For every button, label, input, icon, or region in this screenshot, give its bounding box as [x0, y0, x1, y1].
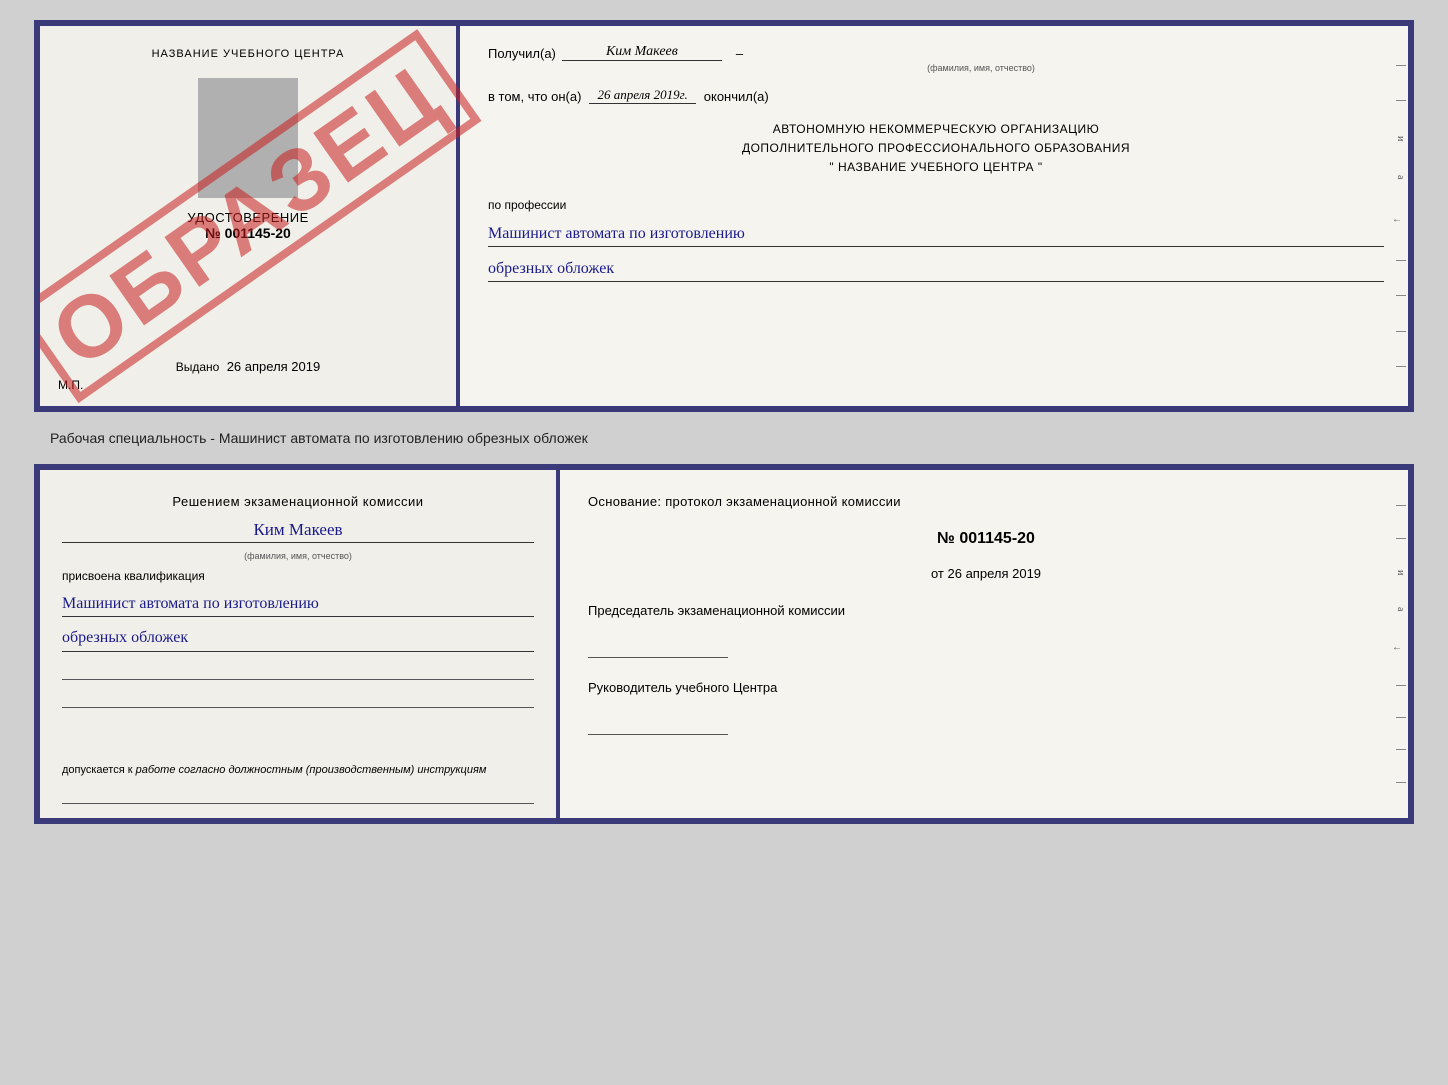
b-side-tick-2	[1396, 538, 1406, 539]
school-name-top: НАЗВАНИЕ УЧЕБНОГО ЦЕНТРА	[152, 48, 345, 60]
dash1: –	[736, 46, 743, 61]
protocol-number: № 001145-20	[588, 530, 1384, 548]
okonchil-label: окончил(а)	[704, 89, 769, 104]
side-tick-2	[1396, 100, 1406, 101]
po-professii-label: по профессии	[488, 198, 1384, 212]
side-tick-1	[1396, 65, 1406, 66]
side-decorations: и а ←	[1390, 26, 1408, 406]
poluchil-row: Получил(а) Ким Макеев –	[488, 44, 1384, 61]
udost-number: № 001145-20	[205, 225, 291, 241]
bottom-name: Ким Макеев	[62, 520, 534, 543]
fio-subtext-top: (фамилия, имя, отчество)	[578, 63, 1384, 73]
rukovoditel-label: Руководитель учебного Центра	[588, 680, 1384, 695]
komissia-header: Решением экзаменационной комиссии	[62, 492, 534, 512]
mp-line: М.П.	[58, 378, 83, 392]
vtom-label: в том, что он(а)	[488, 89, 581, 104]
b-side-tick-3	[1396, 685, 1406, 686]
kvalif-line1: Машинист автомата по изготовлению	[62, 591, 534, 618]
org-line1: АВТОНОМНУЮ НЕКОММЕРЧЕСКУЮ ОРГАНИЗАЦИЮ	[488, 120, 1384, 139]
bottom-doc-right: Основание: протокол экзаменационной коми…	[560, 470, 1408, 818]
b-side-tick-6	[1396, 782, 1406, 783]
chairman-label: Председатель экзаменационной комиссии	[588, 603, 1384, 618]
vydano-date: 26 апреля 2019	[227, 359, 321, 374]
blank-line-1	[62, 660, 534, 680]
top-doc-right: Получил(а) Ким Макеев – (фамилия, имя, о…	[460, 26, 1408, 406]
org-line2: ДОПОЛНИТЕЛЬНОГО ПРОФЕССИОНАЛЬНОГО ОБРАЗО…	[488, 139, 1384, 158]
photo-placeholder	[198, 78, 298, 198]
side-tick-4	[1396, 295, 1406, 296]
recipient-name: Ким Макеев	[562, 44, 722, 61]
kvalif-line2: обрезных обложек	[62, 625, 534, 652]
blank-line-2	[62, 688, 534, 708]
blank-line-3	[62, 784, 534, 804]
bottom-doc-left: Решением экзаменационной комиссии Ким Ма…	[40, 470, 560, 818]
profession-line2: обрезных обложек	[488, 257, 1384, 282]
side-tick-5	[1396, 331, 1406, 332]
dopusk-cursive: работе согласно должностным (производств…	[136, 764, 487, 776]
udost-label: УДОСТОВЕРЕНИЕ	[187, 210, 309, 225]
profession-line1: Машинист автомата по изготовлению	[488, 222, 1384, 247]
org-line3: " НАЗВАНИЕ УЧЕБНОГО ЦЕНТРА "	[488, 158, 1384, 177]
protocol-date-value: 26 апреля 2019	[948, 566, 1042, 581]
vtom-date: 26 апреля 2019г.	[589, 87, 695, 104]
vydano-text: Выдано	[176, 360, 220, 374]
side-text-a: а	[1392, 175, 1406, 179]
vtom-row: в том, что он(а) 26 апреля 2019г. окончи…	[488, 87, 1384, 104]
vydano-line: Выдано 26 апреля 2019	[176, 345, 320, 374]
protocol-date: от 26 апреля 2019	[588, 566, 1384, 581]
chairman-sign-line	[588, 638, 728, 658]
prisvoena-label: присвоена квалификация	[62, 569, 534, 583]
b-side-text-a: а	[1392, 607, 1406, 611]
bottom-side-decorations: и а ←	[1390, 470, 1408, 818]
b-side-tick-4	[1396, 717, 1406, 718]
b-side-text-arrow: ←	[1392, 642, 1406, 653]
ot-label: от	[931, 566, 944, 581]
bottom-fio-subtext: (фамилия, имя, отчество)	[62, 551, 534, 561]
b-side-tick-1	[1396, 505, 1406, 506]
side-text-i: и	[1392, 136, 1406, 141]
chairman-block: Председатель экзаменационной комиссии	[588, 603, 1384, 658]
org-block: АВТОНОМНУЮ НЕКОММЕРЧЕСКУЮ ОРГАНИЗАЦИЮ ДО…	[488, 120, 1384, 178]
dopusk-prefix: допускается к	[62, 764, 133, 776]
side-text-arrow: ←	[1392, 214, 1406, 225]
top-doc-left: НАЗВАНИЕ УЧЕБНОГО ЦЕНТРА ОБРАЗЕЦ УДОСТОВ…	[40, 26, 460, 406]
bottom-document: Решением экзаменационной комиссии Ким Ма…	[34, 464, 1414, 824]
b-side-tick-5	[1396, 749, 1406, 750]
side-tick-6	[1396, 366, 1406, 367]
rukovoditel-block: Руководитель учебного Центра	[588, 680, 1384, 735]
b-side-text-i: и	[1392, 570, 1406, 575]
osnovanie-label: Основание: протокол экзаменационной коми…	[588, 492, 1384, 512]
specialty-text: Рабочая специальность - Машинист автомат…	[20, 430, 588, 446]
poluchil-label: Получил(а)	[488, 46, 556, 61]
komissia-text: Решением экзаменационной комиссии	[172, 494, 423, 509]
side-tick-3	[1396, 260, 1406, 261]
top-document: НАЗВАНИЕ УЧЕБНОГО ЦЕНТРА ОБРАЗЕЦ УДОСТОВ…	[34, 20, 1414, 412]
rukovoditel-sign-line	[588, 715, 728, 735]
dopusk-text: допускается к работе согласно должностны…	[62, 764, 534, 776]
